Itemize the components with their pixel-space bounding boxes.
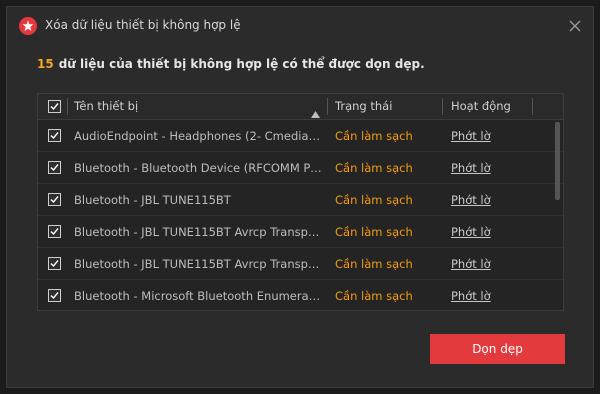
invalid-count: 15: [37, 57, 54, 71]
table-row[interactable]: Bluetooth - JBL TUNE115BT Avrcp Transpor…: [38, 216, 563, 248]
check-icon: [50, 132, 59, 140]
ignore-link[interactable]: Phớt lờ: [451, 216, 491, 248]
device-status: Cần làm sạch: [335, 161, 413, 175]
title-bar: Xóa dữ liệu thiết bị không hợp lệ: [7, 7, 593, 45]
check-icon: [50, 164, 59, 172]
device-name: Bluetooth - JBL TUNE115BT: [74, 193, 231, 207]
summary-text: 15 dữ liệu của thiết bị không hợp lệ có t…: [37, 57, 425, 71]
ignore-link[interactable]: Phớt lờ: [451, 120, 491, 152]
column-separator: [532, 98, 533, 115]
column-header-status[interactable]: Trạng thái: [335, 94, 392, 119]
table-row[interactable]: Bluetooth - JBL TUNE115BT Cần làm sạch P…: [38, 184, 563, 216]
table-row[interactable]: AudioEndpoint - Headphones (2- Cmedia Au…: [38, 120, 563, 152]
row-checkbox[interactable]: [48, 289, 61, 302]
clean-button[interactable]: Dọn dẹp: [430, 334, 565, 364]
device-name: Bluetooth - Microsoft Bluetooth Enumerat…: [74, 289, 322, 303]
row-checkbox[interactable]: [48, 193, 61, 206]
check-icon: [50, 292, 59, 300]
device-status: Cần làm sạch: [335, 193, 413, 207]
column-separator: [67, 98, 68, 115]
device-table: Tên thiết bị Trạng thái Hoạt động AudioE…: [37, 93, 564, 311]
close-button[interactable]: [565, 16, 585, 36]
check-icon: [50, 228, 59, 236]
ignore-link[interactable]: Phớt lờ: [451, 248, 491, 280]
select-all-checkbox[interactable]: [48, 100, 61, 113]
ignore-link[interactable]: Phớt lờ: [451, 152, 491, 184]
table-scrollbar[interactable]: [555, 122, 560, 200]
column-header-name[interactable]: Tên thiết bị: [74, 94, 138, 119]
ignore-link[interactable]: Phớt lờ: [451, 280, 491, 310]
row-checkbox[interactable]: [48, 129, 61, 142]
column-separator: [442, 98, 443, 115]
column-header-action[interactable]: Hoạt động: [451, 94, 511, 119]
check-icon: [50, 196, 59, 204]
device-status: Cần làm sạch: [335, 129, 413, 143]
device-status: Cần làm sạch: [335, 257, 413, 271]
close-icon: [569, 20, 581, 32]
table-row[interactable]: Bluetooth - Bluetooth Device (RFCOMM Pro…: [38, 152, 563, 184]
row-checkbox[interactable]: [48, 257, 61, 270]
column-separator: [327, 98, 328, 115]
device-status: Cần làm sạch: [335, 289, 413, 303]
table-row[interactable]: Bluetooth - JBL TUNE115BT Avrcp Transpor…: [38, 248, 563, 280]
row-checkbox[interactable]: [48, 225, 61, 238]
device-name: Bluetooth - JBL TUNE115BT Avrcp Transpor…: [74, 257, 322, 271]
ignore-link[interactable]: Phớt lờ: [451, 184, 491, 216]
table-row[interactable]: Bluetooth - Microsoft Bluetooth Enumerat…: [38, 280, 563, 310]
app-logo-icon: [19, 17, 37, 35]
check-icon: [50, 260, 59, 268]
dialog-title: Xóa dữ liệu thiết bị không hợp lệ: [45, 18, 241, 32]
device-name: AudioEndpoint - Headphones (2- Cmedia Au…: [74, 129, 322, 143]
row-checkbox[interactable]: [48, 161, 61, 174]
device-name: Bluetooth - JBL TUNE115BT Avrcp Transpor…: [74, 225, 322, 239]
device-status: Cần làm sạch: [335, 225, 413, 239]
summary-message: dữ liệu của thiết bị không hợp lệ có thể…: [58, 57, 425, 71]
table-header: Tên thiết bị Trạng thái Hoạt động: [38, 94, 563, 120]
check-icon: [50, 103, 59, 111]
device-name: Bluetooth - Bluetooth Device (RFCOMM Pro…: [74, 161, 322, 175]
invalid-device-data-dialog: Xóa dữ liệu thiết bị không hợp lệ 15 dữ l…: [6, 6, 594, 388]
